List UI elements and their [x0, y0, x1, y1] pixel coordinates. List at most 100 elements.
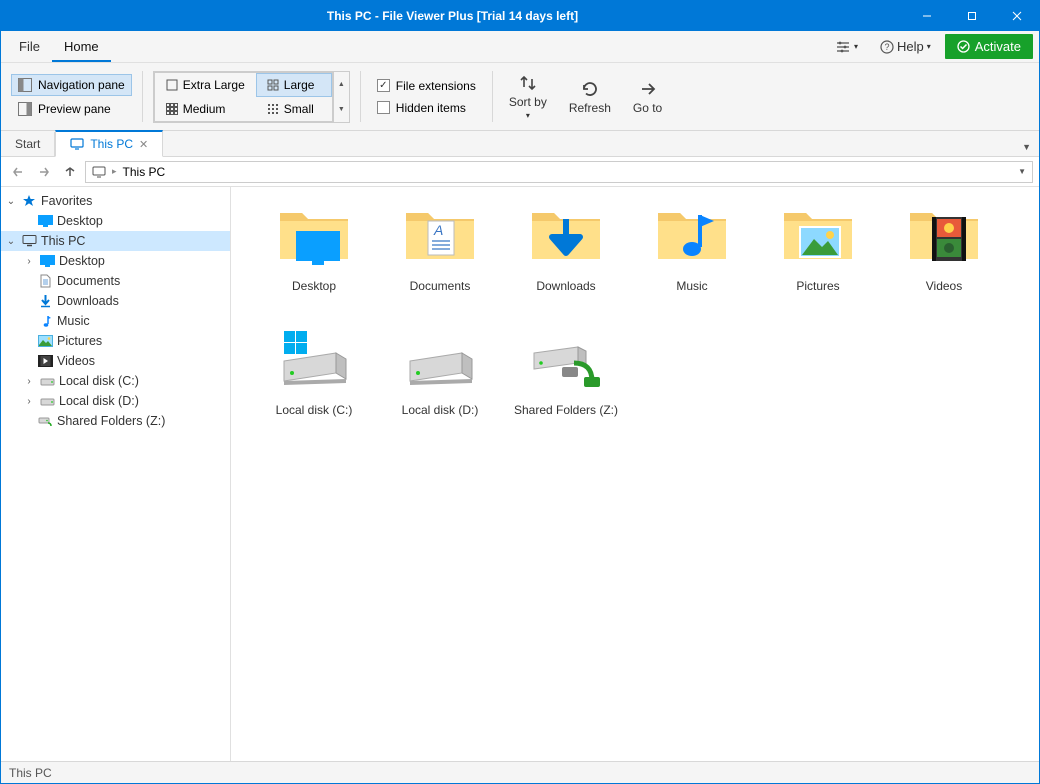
tree-favorites[interactable]: ⌄ Favorites	[1, 191, 230, 211]
expand-icon[interactable]: ›	[23, 396, 35, 407]
main-area: ⌄ Favorites Desktop ⌄ This PC › Desktop	[1, 187, 1039, 761]
file-extensions-checkbox[interactable]: ✓File extensions	[371, 76, 482, 96]
breadcrumb-location: This PC	[123, 165, 166, 179]
grid-videos[interactable]: Videos	[881, 199, 1007, 293]
tree-local-c[interactable]: › Local disk (C:)	[1, 371, 230, 391]
grid-medium-icon	[267, 79, 279, 91]
tree-desktop[interactable]: › Desktop	[1, 251, 230, 271]
svg-text:?: ?	[884, 42, 889, 52]
app-window: This PC - File Viewer Plus [Trial 14 day…	[0, 0, 1040, 784]
back-button[interactable]	[7, 161, 29, 183]
tab-bar: Start This PC ✕ ▼	[1, 131, 1039, 157]
tabrow-expand[interactable]: ▼	[1014, 138, 1039, 156]
collapse-icon[interactable]: ⌄	[5, 236, 17, 247]
tree-videos[interactable]: Videos	[1, 351, 230, 371]
video-icon	[37, 353, 53, 369]
go-to-button[interactable]: Go to	[623, 67, 672, 126]
settings-button[interactable]: ▾	[828, 37, 866, 57]
navigation-pane-icon	[18, 78, 32, 92]
grid-desktop[interactable]: Desktop	[251, 199, 377, 293]
view-large[interactable]: Large	[256, 73, 332, 97]
view-small[interactable]: Small	[256, 97, 332, 121]
minimize-button[interactable]	[904, 1, 949, 31]
grid-small-icon	[166, 103, 178, 115]
view-medium[interactable]: Medium	[155, 97, 256, 121]
grid-documents[interactable]: A Documents	[377, 199, 503, 293]
activate-label: Activate	[975, 39, 1021, 54]
address-bar[interactable]: ▸ This PC ▼	[85, 161, 1033, 183]
grid-music[interactable]: Music	[629, 199, 755, 293]
window-title: This PC - File Viewer Plus [Trial 14 day…	[1, 9, 904, 23]
tree-fav-desktop[interactable]: Desktop	[1, 211, 230, 231]
tab-close-icon[interactable]: ✕	[139, 138, 148, 151]
tree-pictures[interactable]: Pictures	[1, 331, 230, 351]
menu-home[interactable]: Home	[52, 31, 111, 62]
settings-icon	[836, 41, 852, 53]
content-area: Desktop A Documents Downloads Music Pict…	[231, 187, 1039, 761]
tab-start[interactable]: Start	[1, 132, 55, 156]
list-icon	[267, 103, 279, 115]
tree-documents[interactable]: Documents	[1, 271, 230, 291]
star-icon	[21, 193, 37, 209]
drive-icon	[39, 373, 55, 389]
expand-icon[interactable]: ›	[23, 256, 35, 267]
preview-pane-icon	[18, 102, 32, 116]
activate-button[interactable]: Activate	[945, 34, 1033, 59]
music-icon	[37, 313, 53, 329]
help-icon: ?	[880, 40, 894, 54]
tree-local-d[interactable]: › Local disk (D:)	[1, 391, 230, 411]
folder-pictures-icon	[778, 199, 858, 271]
tab-this-pc[interactable]: This PC ✕	[55, 130, 163, 157]
monitor-icon	[70, 138, 84, 150]
folder-music-icon	[652, 199, 732, 271]
grid-shared-z[interactable]: Shared Folders (Z:)	[503, 323, 629, 417]
desktop-icon	[39, 253, 55, 269]
nav-row: ▸ This PC ▼	[1, 157, 1039, 187]
picture-icon	[37, 333, 53, 349]
desktop-icon	[37, 213, 53, 229]
maximize-button[interactable]	[949, 1, 994, 31]
help-label: Help	[897, 39, 924, 54]
grid-local-c[interactable]: Local disk (C:)	[251, 323, 377, 417]
navigation-pane-toggle[interactable]: Navigation pane	[11, 74, 132, 96]
tree-music[interactable]: Music	[1, 311, 230, 331]
ribbon: Navigation pane Preview pane Extra Large…	[1, 63, 1039, 131]
collapse-icon[interactable]: ⌄	[5, 196, 17, 207]
folder-desktop-icon	[274, 199, 354, 271]
tree-downloads[interactable]: Downloads	[1, 291, 230, 311]
preview-pane-toggle[interactable]: Preview pane	[11, 98, 132, 120]
help-button[interactable]: ? Help ▾	[872, 35, 939, 58]
monitor-icon	[92, 166, 106, 178]
sidebar: ⌄ Favorites Desktop ⌄ This PC › Desktop	[1, 187, 231, 761]
tree-shared-z[interactable]: Shared Folders (Z:)	[1, 411, 230, 431]
titlebar: This PC - File Viewer Plus [Trial 14 day…	[1, 1, 1039, 31]
expand-icon[interactable]: ›	[23, 376, 35, 387]
network-drive-icon	[37, 413, 53, 429]
close-button[interactable]	[994, 1, 1039, 31]
check-circle-icon	[957, 40, 970, 53]
refresh-icon	[580, 79, 600, 99]
grid-local-d[interactable]: Local disk (D:)	[377, 323, 503, 417]
up-button[interactable]	[59, 161, 81, 183]
folder-downloads-icon	[526, 199, 606, 271]
sort-by-button[interactable]: Sort by ▾	[499, 67, 557, 126]
grid-downloads[interactable]: Downloads	[503, 199, 629, 293]
drive-icon	[400, 323, 480, 395]
menu-bar: File Home ▾ ? Help ▾ Activate	[1, 31, 1039, 63]
drive-windows-icon	[274, 323, 354, 395]
download-icon	[37, 293, 53, 309]
hidden-items-checkbox[interactable]: Hidden items	[371, 98, 482, 118]
preview-pane-label: Preview pane	[38, 102, 111, 116]
svg-text:A: A	[433, 222, 443, 238]
chevron-down-icon: ▾	[526, 111, 530, 120]
view-scroll[interactable]: ▲▼	[333, 72, 349, 122]
menu-file[interactable]: File	[7, 31, 52, 62]
address-dropdown[interactable]: ▼	[1018, 167, 1026, 176]
grid-pictures[interactable]: Pictures	[755, 199, 881, 293]
refresh-button[interactable]: Refresh	[559, 67, 621, 126]
grid-large-icon	[166, 79, 178, 91]
folder-videos-icon	[904, 199, 984, 271]
forward-button[interactable]	[33, 161, 55, 183]
view-extra-large[interactable]: Extra Large	[155, 73, 256, 97]
tree-this-pc[interactable]: ⌄ This PC	[1, 231, 230, 251]
